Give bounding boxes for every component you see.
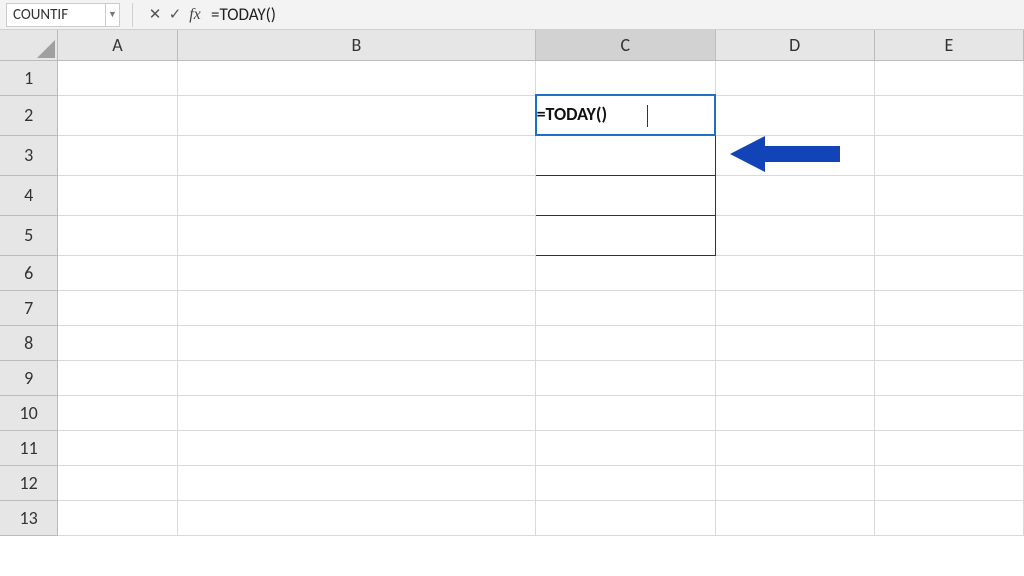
cancel-icon[interactable]: ✕ bbox=[145, 3, 165, 27]
cell-A11[interactable] bbox=[58, 430, 177, 465]
select-all-corner[interactable] bbox=[0, 30, 58, 60]
confirm-icon[interactable]: ✓ bbox=[165, 3, 185, 27]
cell-E1[interactable] bbox=[874, 60, 1023, 95]
worksheet-grid[interactable]: ABCDE 12 Current Date=TODAY() 3 Current Day 4… bbox=[0, 30, 1024, 536]
formula-input-text: =TODAY() bbox=[211, 4, 276, 25]
label-cell-b4[interactable]: Current Month bbox=[177, 175, 535, 215]
cell-A10[interactable] bbox=[58, 395, 177, 430]
cell-E6[interactable] bbox=[874, 255, 1023, 290]
cell-A1[interactable] bbox=[58, 60, 177, 95]
cell-D10[interactable] bbox=[715, 395, 874, 430]
cell-D5[interactable] bbox=[715, 215, 874, 255]
cell-A2[interactable] bbox=[58, 95, 177, 135]
cell-B1[interactable] bbox=[177, 60, 535, 95]
cell-E12[interactable] bbox=[874, 465, 1023, 500]
cell-A4[interactable] bbox=[58, 175, 177, 215]
row-header-10[interactable]: 10 bbox=[0, 395, 58, 430]
row-header-11[interactable]: 11 bbox=[0, 430, 58, 465]
cell-D12[interactable] bbox=[715, 465, 874, 500]
cell-A6[interactable] bbox=[58, 255, 177, 290]
cell-B8[interactable] bbox=[177, 325, 535, 360]
name-box[interactable]: COUNTIF bbox=[6, 3, 106, 27]
cell-E11[interactable] bbox=[874, 430, 1023, 465]
cell-E9[interactable] bbox=[874, 360, 1023, 395]
formula-input[interactable]: =TODAY() bbox=[211, 3, 1024, 27]
cell-B6[interactable] bbox=[177, 255, 535, 290]
cell-C6[interactable] bbox=[536, 255, 715, 290]
label-cell-b2[interactable]: Current Date bbox=[177, 95, 535, 135]
cell-E13[interactable] bbox=[874, 500, 1023, 535]
column-header-A[interactable]: A bbox=[58, 30, 177, 60]
cell-A9[interactable] bbox=[58, 360, 177, 395]
cell-B9[interactable] bbox=[177, 360, 535, 395]
cell-A7[interactable] bbox=[58, 290, 177, 325]
cell-E3[interactable] bbox=[874, 135, 1023, 175]
cell-B13[interactable] bbox=[177, 500, 535, 535]
cell-D13[interactable] bbox=[715, 500, 874, 535]
row-header-7[interactable]: 7 bbox=[0, 290, 58, 325]
cell-A8[interactable] bbox=[58, 325, 177, 360]
cell-D8[interactable] bbox=[715, 325, 874, 360]
cell-A5[interactable] bbox=[58, 215, 177, 255]
cell-C7[interactable] bbox=[536, 290, 715, 325]
cell-D9[interactable] bbox=[715, 360, 874, 395]
active-cell-editor[interactable]: =TODAY() bbox=[536, 95, 715, 135]
cell-E8[interactable] bbox=[874, 325, 1023, 360]
cell-C8[interactable] bbox=[536, 325, 715, 360]
cell-C9[interactable] bbox=[536, 360, 715, 395]
row-header-13[interactable]: 13 bbox=[0, 500, 58, 535]
cell-C3[interactable] bbox=[536, 135, 715, 175]
row-header-5[interactable]: 5 bbox=[0, 215, 58, 255]
text-cursor-icon bbox=[647, 105, 648, 127]
column-header-D[interactable]: D bbox=[715, 30, 874, 60]
cell-E5[interactable] bbox=[874, 215, 1023, 255]
fx-icon[interactable]: fx bbox=[185, 3, 205, 27]
column-header-E[interactable]: E bbox=[874, 30, 1023, 60]
cell-C11[interactable] bbox=[536, 430, 715, 465]
cell-C10[interactable] bbox=[536, 395, 715, 430]
separator bbox=[132, 3, 133, 27]
cell-B12[interactable] bbox=[177, 465, 535, 500]
cell-D1[interactable] bbox=[715, 60, 874, 95]
column-header-B[interactable]: B bbox=[177, 30, 535, 60]
cell-E2[interactable] bbox=[874, 95, 1023, 135]
row-header-1[interactable]: 1 bbox=[0, 60, 58, 95]
row-header-8[interactable]: 8 bbox=[0, 325, 58, 360]
cell-C5[interactable] bbox=[536, 215, 715, 255]
cell-E10[interactable] bbox=[874, 395, 1023, 430]
cell-D11[interactable] bbox=[715, 430, 874, 465]
row-header-2[interactable]: 2 bbox=[0, 95, 58, 135]
row-header-4[interactable]: 4 bbox=[0, 175, 58, 215]
label-cell-b5[interactable]: Current Date + 14 Days bbox=[177, 215, 535, 255]
column-header-C[interactable]: C bbox=[536, 30, 715, 60]
formula-bar: COUNTIF ▼ ✕ ✓ fx =TODAY() bbox=[0, 0, 1024, 30]
cell-C1[interactable] bbox=[536, 60, 715, 95]
label-cell-b3[interactable]: Current Day bbox=[177, 135, 535, 175]
cell-D3[interactable] bbox=[715, 135, 874, 175]
row-header-6[interactable]: 6 bbox=[0, 255, 58, 290]
cell-B7[interactable] bbox=[177, 290, 535, 325]
cell-A3[interactable] bbox=[58, 135, 177, 175]
cell-D2[interactable] bbox=[715, 95, 874, 135]
cell-E4[interactable] bbox=[874, 175, 1023, 215]
row-header-12[interactable]: 12 bbox=[0, 465, 58, 500]
cell-B10[interactable] bbox=[177, 395, 535, 430]
row-header-9[interactable]: 9 bbox=[0, 360, 58, 395]
row-header-3[interactable]: 3 bbox=[0, 135, 58, 175]
name-box-text: COUNTIF bbox=[13, 6, 68, 24]
cell-D4[interactable] bbox=[715, 175, 874, 215]
cell-A12[interactable] bbox=[58, 465, 177, 500]
cell-E7[interactable] bbox=[874, 290, 1023, 325]
cell-D7[interactable] bbox=[715, 290, 874, 325]
cell-C4[interactable] bbox=[536, 175, 715, 215]
cell-B11[interactable] bbox=[177, 430, 535, 465]
name-box-dropdown[interactable]: ▼ bbox=[106, 3, 120, 27]
cell-D6[interactable] bbox=[715, 255, 874, 290]
cell-C13[interactable] bbox=[536, 500, 715, 535]
cell-A13[interactable] bbox=[58, 500, 177, 535]
cell-C12[interactable] bbox=[536, 465, 715, 500]
